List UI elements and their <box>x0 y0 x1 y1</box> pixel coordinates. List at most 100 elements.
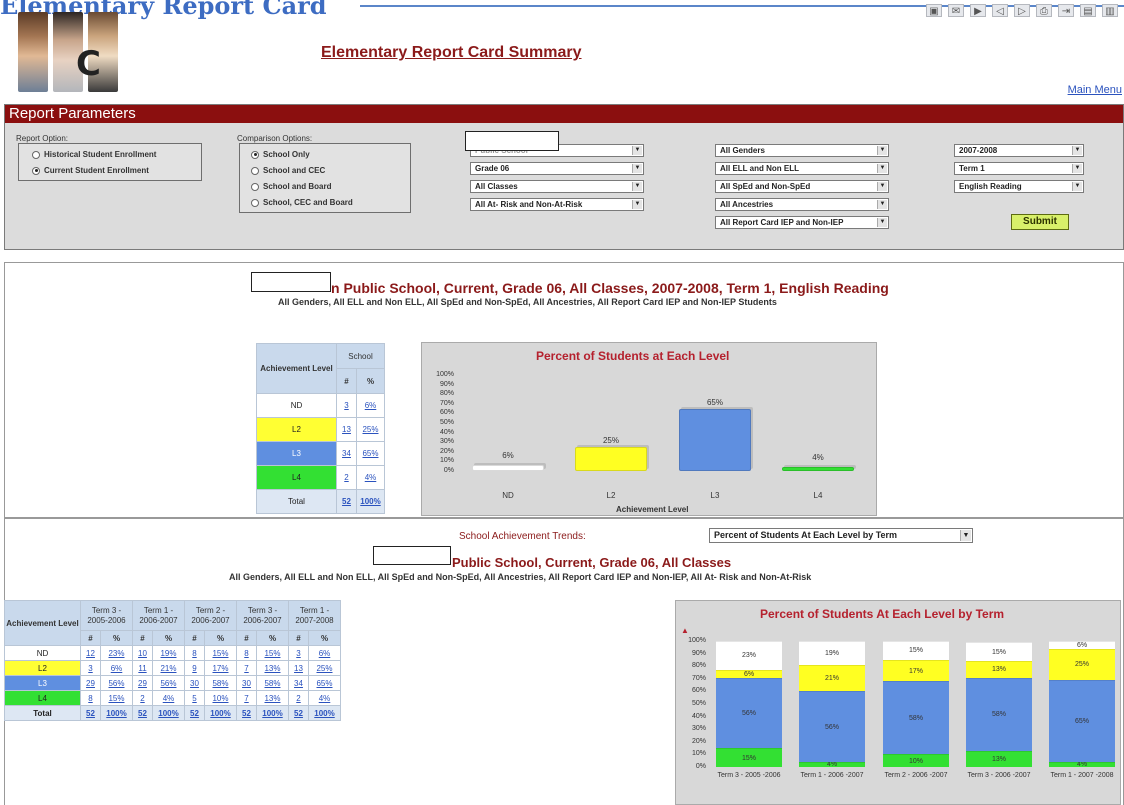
percent-link[interactable]: 13% <box>264 694 280 703</box>
count-cell[interactable]: 3 <box>80 660 101 676</box>
percent-link[interactable]: 65% <box>362 449 378 458</box>
submit-button[interactable]: Submit <box>1011 214 1069 230</box>
percent-link[interactable]: 4% <box>163 694 175 703</box>
percent-cell[interactable]: 10% <box>204 690 237 706</box>
percent-cell[interactable]: 15% <box>256 645 289 661</box>
count-cell[interactable]: 30 <box>184 675 205 691</box>
email-icon[interactable]: ✉ <box>948 4 964 17</box>
percent-link[interactable]: 56% <box>160 679 176 688</box>
percent-link[interactable]: 13% <box>264 664 280 673</box>
percent-link[interactable]: 56% <box>108 679 124 688</box>
count-cell[interactable]: 52 <box>184 705 205 721</box>
count-cell[interactable]: 8 <box>80 690 101 706</box>
percent-link[interactable]: 19% <box>160 649 176 658</box>
count-link[interactable]: 11 <box>138 664 146 673</box>
ell-select[interactable]: All ELL and Non ELL ▼ <box>715 162 889 175</box>
radio-button[interactable] <box>32 150 40 159</box>
percent-cell[interactable]: 15% <box>100 690 133 706</box>
count-cell[interactable]: 8 <box>236 645 257 661</box>
percent-cell[interactable]: 4% <box>356 465 385 490</box>
play-icon[interactable]: ▶ <box>970 4 986 17</box>
count-link[interactable]: 2 <box>296 694 300 703</box>
print-icon[interactable]: ⎙ <box>1036 4 1052 17</box>
count-link[interactable]: 34 <box>294 679 303 688</box>
count-cell[interactable]: 52 <box>80 705 101 721</box>
count-link[interactable]: 9 <box>192 664 196 673</box>
count-cell[interactable]: 29 <box>132 675 153 691</box>
count-cell[interactable]: 3 <box>288 645 309 661</box>
count-link[interactable]: 52 <box>294 709 303 718</box>
count-link[interactable]: 8 <box>88 694 92 703</box>
term-select[interactable]: Term 1 ▼ <box>954 162 1084 175</box>
radio-button[interactable] <box>251 150 259 159</box>
count-link[interactable]: 5 <box>192 694 196 703</box>
percent-cell[interactable]: 6% <box>356 393 385 418</box>
count-cell[interactable]: 29 <box>80 675 101 691</box>
percent-link[interactable]: 15% <box>264 649 280 658</box>
count-cell[interactable]: 52 <box>236 705 257 721</box>
percent-link[interactable]: 17% <box>212 664 228 673</box>
percent-link[interactable]: 23% <box>108 649 124 658</box>
count-cell[interactable]: 13 <box>288 660 309 676</box>
percent-link[interactable]: 100% <box>262 709 282 718</box>
percent-link[interactable]: 100% <box>210 709 230 718</box>
count-link[interactable]: 52 <box>86 709 95 718</box>
percent-cell[interactable]: 25% <box>308 660 341 676</box>
percent-cell[interactable]: 6% <box>308 645 341 661</box>
forward-icon[interactable]: ▷ <box>1014 4 1030 17</box>
count-link[interactable]: 13 <box>294 664 303 673</box>
school-year-select[interactable]: 2007-2008 ▼ <box>954 144 1084 157</box>
percent-cell[interactable]: 6% <box>100 660 133 676</box>
count-link[interactable]: 34 <box>342 449 351 458</box>
radio-button[interactable] <box>32 166 40 175</box>
percent-link[interactable]: 4% <box>319 694 331 703</box>
radio-button[interactable] <box>251 166 259 175</box>
percent-cell[interactable]: 4% <box>152 690 185 706</box>
percent-link[interactable]: 100% <box>106 709 126 718</box>
radio-button[interactable] <box>251 198 259 207</box>
main-menu-link[interactable]: Main Menu <box>1068 84 1122 96</box>
count-link[interactable]: 52 <box>190 709 199 718</box>
count-link[interactable]: 7 <box>244 664 248 673</box>
count-link[interactable]: 7 <box>244 694 248 703</box>
count-link[interactable]: 8 <box>192 649 196 658</box>
count-link[interactable]: 30 <box>242 679 251 688</box>
count-link[interactable]: 52 <box>138 709 147 718</box>
count-link[interactable]: 12 <box>86 649 95 658</box>
trend-type-select[interactable]: Percent of Students At Each Level by Ter… <box>709 528 973 543</box>
back-icon[interactable]: ◁ <box>992 4 1008 17</box>
grade-select[interactable]: Grade 06 ▼ <box>470 162 644 175</box>
percent-link[interactable]: 100% <box>158 709 178 718</box>
count-cell[interactable]: 34 <box>288 675 309 691</box>
percent-cell[interactable]: 17% <box>204 660 237 676</box>
radio-school-and-board[interactable]: School and Board <box>251 182 331 191</box>
percent-cell[interactable]: 19% <box>152 645 185 661</box>
percent-cell[interactable]: 25% <box>356 417 385 442</box>
count-cell[interactable]: 30 <box>236 675 257 691</box>
percent-link[interactable]: 21% <box>160 664 176 673</box>
count-link[interactable]: 30 <box>190 679 199 688</box>
count-link[interactable]: 29 <box>138 679 147 688</box>
percent-cell[interactable]: 58% <box>256 675 289 691</box>
count-link[interactable]: 13 <box>342 425 351 434</box>
subject-select[interactable]: English Reading ▼ <box>954 180 1084 193</box>
percent-cell[interactable]: 100% <box>308 705 341 721</box>
count-cell[interactable]: 2 <box>132 690 153 706</box>
count-link[interactable]: 2 <box>344 473 348 482</box>
count-cell[interactable]: 52 <box>132 705 153 721</box>
count-cell[interactable]: 7 <box>236 690 257 706</box>
radio-current-enrollment[interactable]: Current Student Enrollment <box>32 166 149 175</box>
sped-select[interactable]: All SpEd and Non-SpEd ▼ <box>715 180 889 193</box>
count-link[interactable]: 2 <box>140 694 144 703</box>
percent-cell[interactable]: 4% <box>308 690 341 706</box>
radio-school-cec-and-board[interactable]: School, CEC and Board <box>251 198 353 207</box>
percent-cell[interactable]: 100% <box>204 705 237 721</box>
ancestry-select[interactable]: All Ancestries ▼ <box>715 198 889 211</box>
percent-link[interactable]: 25% <box>316 664 332 673</box>
percent-cell[interactable]: 13% <box>256 660 289 676</box>
radio-button[interactable] <box>251 182 259 191</box>
count-link[interactable]: 3 <box>296 649 300 658</box>
count-link[interactable]: 10 <box>138 649 147 658</box>
count-cell[interactable]: 13 <box>336 417 357 442</box>
count-link[interactable]: 29 <box>86 679 95 688</box>
